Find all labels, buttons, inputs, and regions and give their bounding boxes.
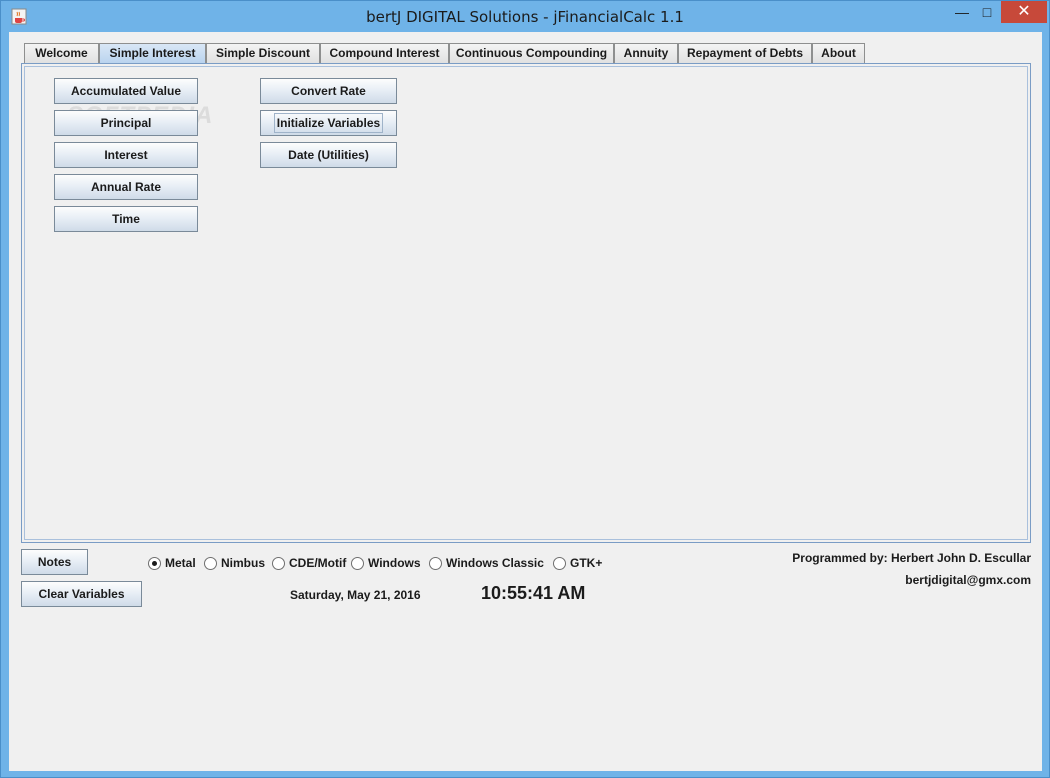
close-button[interactable]: ✕ (1001, 1, 1047, 23)
radio-label: Nimbus (221, 556, 266, 570)
clear-variables-button[interactable]: Clear Variables (21, 581, 142, 607)
radio-metal[interactable]: Metal (148, 554, 196, 572)
minimize-button[interactable]: — (949, 1, 975, 23)
radio-label: CDE/Motif (289, 556, 347, 570)
tab-compound-interest[interactable]: Compound Interest (320, 43, 449, 63)
tab-repayment-of-debts[interactable]: Repayment of Debts (678, 43, 812, 63)
radio-indicator (553, 556, 566, 570)
annual-rate-button[interactable]: Annual Rate (54, 174, 198, 200)
radio-label: Windows (368, 556, 421, 570)
interest-button[interactable]: Interest (54, 142, 198, 168)
radio-indicator (351, 556, 364, 570)
tab-annuity[interactable]: Annuity (614, 43, 678, 63)
tab-simple-discount[interactable]: Simple Discount (206, 43, 320, 63)
radio-label: GTK+ (570, 556, 603, 570)
window-title: bertJ DIGITAL Solutions - jFinancialCalc… (366, 8, 684, 26)
date-utilities-button[interactable]: Date (Utilities) (260, 142, 397, 168)
current-time: 10:55:41 AM (481, 583, 586, 603)
convert-rate-button[interactable]: Convert Rate (260, 78, 397, 104)
radio-indicator (148, 556, 161, 570)
initialize-variables-button[interactable]: Initialize Variables (260, 110, 397, 136)
radio-cde-motif[interactable]: CDE/Motif (272, 554, 346, 572)
radio-indicator (204, 556, 217, 570)
principal-button[interactable]: Principal (54, 110, 198, 136)
app-window: bertJ DIGITAL Solutions - jFinancialCalc… (0, 0, 1050, 778)
radio-nimbus[interactable]: Nimbus (204, 554, 265, 572)
radio-indicator (272, 556, 285, 570)
radio-label: Windows Classic (446, 556, 544, 570)
title-bar[interactable]: bertJ DIGITAL Solutions - jFinancialCalc… (1, 1, 1049, 32)
radio-gtk[interactable]: GTK+ (553, 554, 602, 572)
time-button[interactable]: Time (54, 206, 198, 232)
tab-simple-interest[interactable]: Simple Interest (99, 43, 206, 64)
accumulated-value-button[interactable]: Accumulated Value (54, 78, 198, 104)
tab-continuous-compounding[interactable]: Continuous Compounding (449, 43, 614, 63)
tab-about[interactable]: About (812, 43, 865, 63)
current-date: Saturday, May 21, 2016 (290, 588, 421, 602)
contact-email: bertjdigital@gmx.com (905, 573, 1031, 587)
initialize-variables-label: Initialize Variables (273, 113, 384, 133)
maximize-button[interactable]: □ (975, 1, 999, 23)
radio-label: Metal (165, 556, 196, 570)
radio-windows-classic[interactable]: Windows Classic (429, 554, 544, 572)
client-area: Welcome Simple Interest Simple Discount … (9, 32, 1042, 771)
radio-indicator (429, 556, 442, 570)
notes-button[interactable]: Notes (21, 549, 88, 575)
radio-windows[interactable]: Windows (351, 554, 421, 572)
credit-text: Programmed by: Herbert John D. Escullar (792, 551, 1031, 565)
simple-interest-panel: SOFTPEDIA Accumulated Value Principal In… (21, 63, 1031, 543)
tab-welcome[interactable]: Welcome (24, 43, 99, 63)
